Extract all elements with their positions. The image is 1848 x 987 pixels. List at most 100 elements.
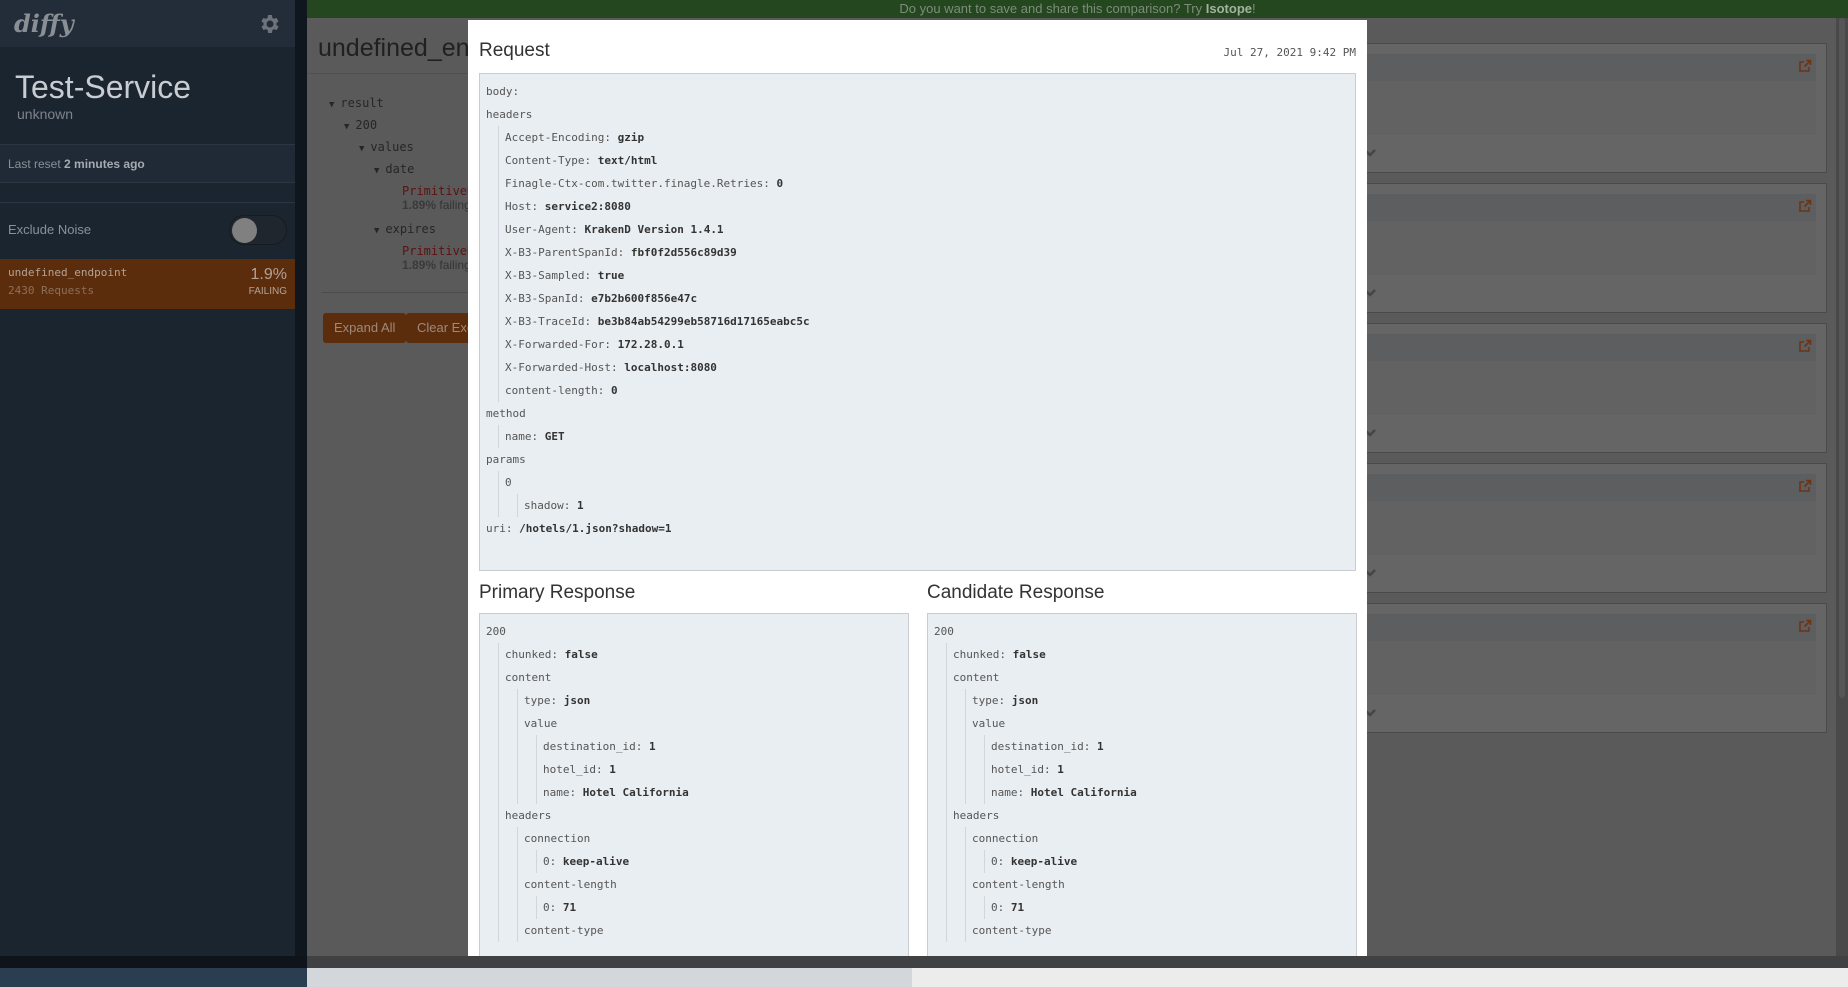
connection-group: 0: keep-alive (536, 850, 902, 873)
external-link-icon[interactable] (1798, 479, 1812, 493)
diffy-logo[interactable]: diffy (14, 9, 74, 38)
bottom-area (0, 968, 1848, 987)
tree-node[interactable]: ▼ 200 (329, 114, 474, 136)
external-link-icon[interactable] (1798, 339, 1812, 353)
caret-down-icon[interactable]: ▼ (329, 100, 334, 110)
vertical-scrollbar[interactable] (1836, 18, 1848, 956)
last-reset-label: Last reset (8, 157, 61, 171)
header-key: X-Forwarded-Host (505, 361, 611, 374)
diff-type: PrimitiveD (402, 184, 475, 198)
param-row: shadow: 1 (524, 499, 584, 512)
value: 1 (609, 763, 616, 776)
diff-suffix: failing (436, 198, 471, 212)
tree-node[interactable]: ▼ result (329, 92, 474, 114)
type-row: type: json (972, 694, 1039, 707)
header-value: 0 (776, 177, 784, 190)
external-link-icon[interactable] (1798, 619, 1812, 633)
header-value: true (597, 269, 625, 282)
param-group: shadow: 1 (517, 494, 1349, 517)
connection-label: connection (524, 832, 591, 845)
value-group: destination_id: 1 hotel_id: 1 name: Hote… (984, 735, 1350, 804)
request-card[interactable] (1360, 323, 1827, 453)
key: hotel_id (543, 763, 596, 776)
request-card[interactable] (1360, 183, 1827, 313)
header-key: Finagle-Ctx-com.twitter.finagle.Retries (505, 177, 764, 190)
value: keep-alive (1010, 855, 1078, 868)
content-length-group: 0: 71 (536, 896, 902, 919)
tree-diff-leaf[interactable]: PrimitiveD 1.89% failing (329, 184, 474, 212)
request-title: Request (479, 40, 550, 61)
caret-down-icon[interactable]: ▼ (374, 166, 379, 176)
content-length-row: 0: 71 (543, 901, 577, 914)
content-label: content (505, 671, 552, 684)
last-reset-value: 2 minutes ago (64, 157, 145, 171)
exclude-noise-toggle[interactable] (229, 214, 287, 245)
request-header-row: content-length: 0 (505, 384, 618, 397)
sidebar-edge (295, 0, 307, 968)
tree-node-label: expires (385, 222, 436, 236)
content-length-row: 0: 71 (991, 901, 1025, 914)
diff-type: PrimitiveD (402, 244, 475, 258)
key: name (505, 430, 532, 443)
header-key: X-Forwarded-For (505, 338, 605, 351)
request-card[interactable] (1360, 463, 1827, 593)
sidebar-header: diffy (0, 0, 295, 47)
content-length-label: content-length (972, 878, 1065, 891)
toggle-knob (232, 217, 257, 243)
external-link-icon[interactable] (1798, 59, 1812, 73)
chunked-row: chunked: false (505, 648, 598, 661)
header-value: localhost:8080 (624, 361, 717, 374)
isotope-link[interactable]: Isotope (1206, 1, 1252, 16)
request-header-row: Accept-Encoding: gzip (505, 131, 645, 144)
tree-node[interactable]: ▼ expires (329, 218, 474, 240)
request-header-row: X-B3-ParentSpanId: fbf0f2d556c89d39 (505, 246, 737, 259)
external-link-icon[interactable] (1798, 199, 1812, 213)
tree-node-label: date (385, 162, 415, 176)
key: destination_id (991, 740, 1084, 753)
caret-down-icon[interactable]: ▼ (359, 144, 364, 154)
key: 0 (991, 855, 998, 868)
status-code: 200 (486, 625, 506, 638)
value: 1 (648, 740, 656, 753)
tree-node[interactable]: ▼ date (329, 158, 474, 180)
banner-suffix: ! (1252, 1, 1256, 16)
expand-all-button[interactable]: Expand All (323, 313, 407, 343)
value: Hotel California (1030, 786, 1137, 799)
request-headers: Accept-Encoding: gzip Content-Type: text/… (498, 126, 1349, 402)
request-card[interactable] (1360, 43, 1827, 173)
headers-group: connection 0: keep-alive content-length … (517, 827, 902, 942)
header-key: User-Agent (505, 223, 572, 236)
chunked-row: chunked: false (953, 648, 1046, 661)
content-group: type: json value destination_id: 1 hotel… (517, 689, 902, 804)
key: uri (486, 522, 506, 535)
scrollbar-thumb[interactable] (1839, 18, 1845, 698)
caret-down-icon[interactable]: ▼ (344, 122, 349, 132)
service-name: Test-Service (15, 69, 192, 105)
endpoint-item[interactable]: undefined_endpoint 2430 Requests 1.9% FA… (0, 259, 295, 309)
value: 1 (1096, 740, 1104, 753)
caret-down-icon[interactable]: ▼ (374, 226, 379, 236)
header-value: KrakenD Version 1.4.1 (584, 223, 724, 236)
tree-node[interactable]: ▼ values (329, 136, 474, 158)
primary-response-box: 200 chunked: false content type: json va… (479, 613, 909, 956)
request-timestamp: Jul 27, 2021 9:42 PM (1223, 46, 1356, 59)
headers-group: connection 0: keep-alive content-length … (965, 827, 1350, 942)
request-header-row: Host: service2:8080 (505, 200, 631, 213)
content-label: content (953, 671, 1000, 684)
isotope-banner: Do you want to save and share this compa… (307, 0, 1848, 18)
header-value: fbf0f2d556c89d39 (630, 246, 737, 259)
horizontal-scrollbar[interactable] (0, 956, 1848, 968)
value: keep-alive (562, 855, 630, 868)
gear-icon[interactable] (257, 12, 281, 36)
endpoint-name: undefined_endpoint (8, 266, 128, 279)
key: 0 (991, 901, 998, 914)
header-key: X-B3-ParentSpanId (505, 246, 618, 259)
key: type (524, 694, 551, 707)
candidate-response-box: 200 chunked: false content type: json va… (927, 613, 1357, 956)
service-env: unknown (17, 106, 74, 122)
name-row: name: Hotel California (543, 786, 689, 799)
header-key: X-B3-SpanId (505, 292, 578, 305)
tree-diff-leaf[interactable]: PrimitiveD 1.89% failing (329, 244, 474, 272)
request-cards (1360, 43, 1827, 743)
request-card[interactable] (1360, 603, 1827, 733)
